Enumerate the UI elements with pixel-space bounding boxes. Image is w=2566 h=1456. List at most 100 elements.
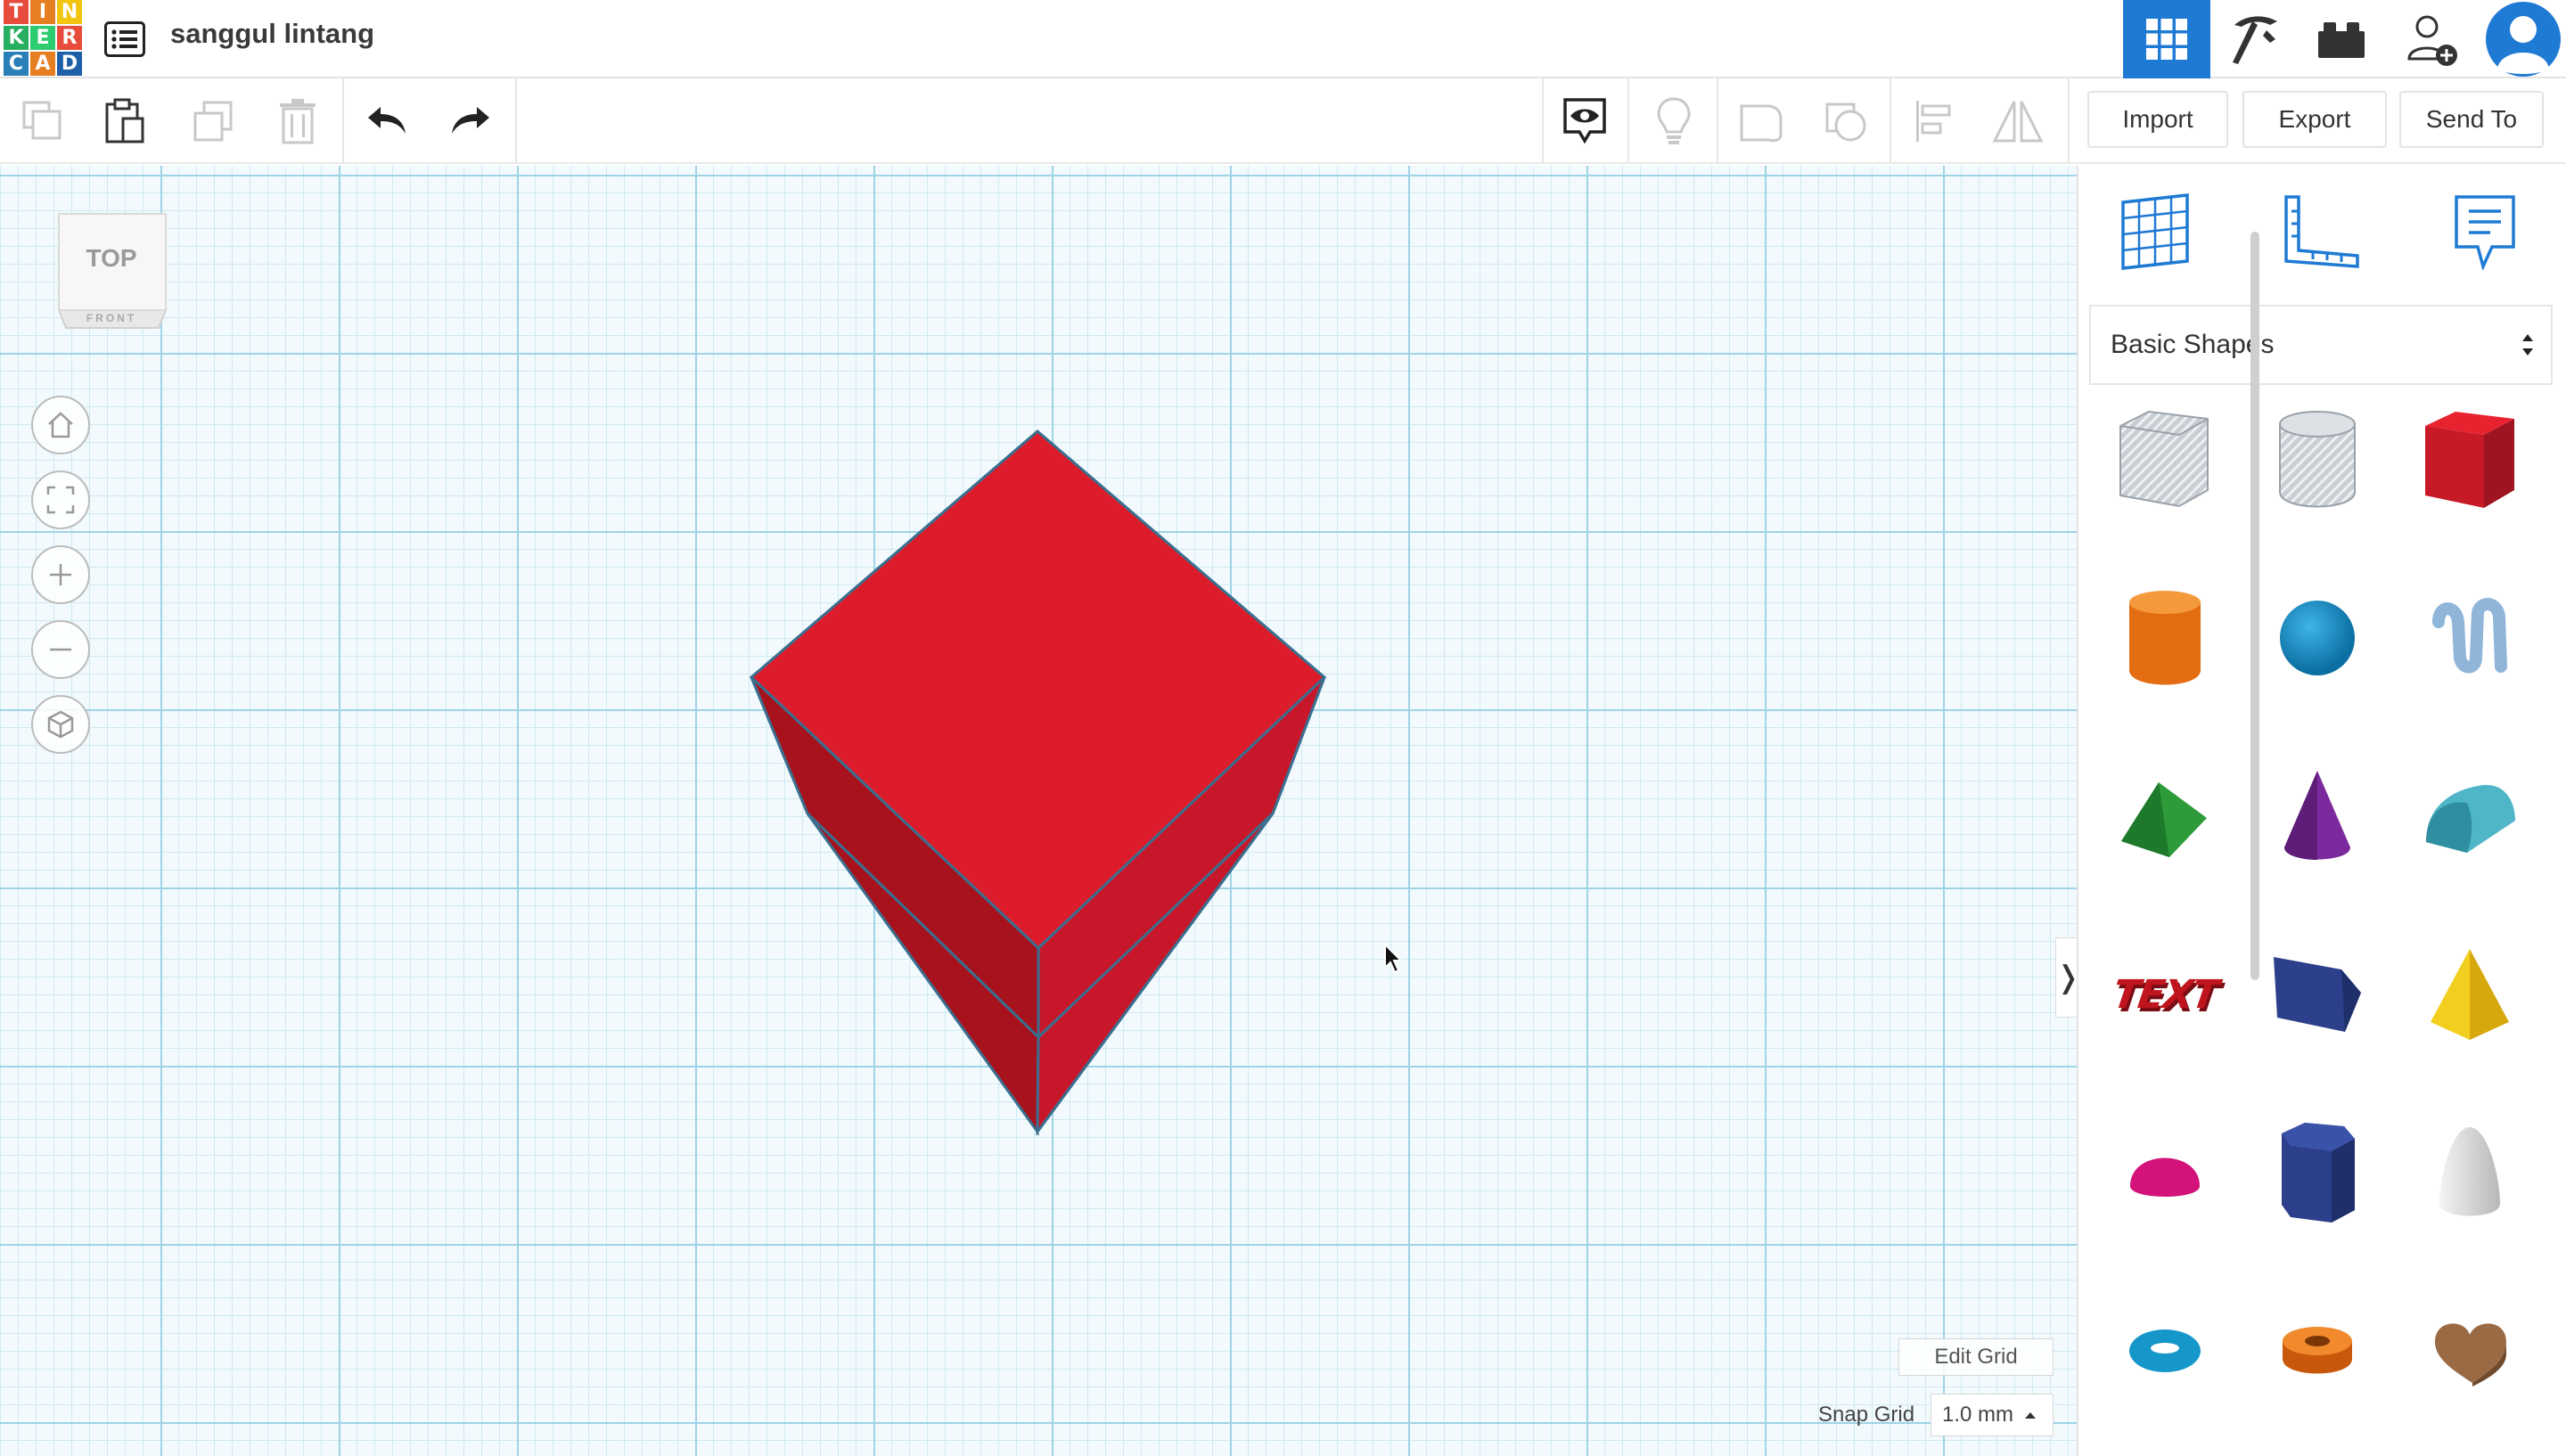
minus-icon <box>50 648 71 651</box>
logo-letter: D <box>57 52 82 76</box>
text-shape-label: TEXT <box>2110 971 2220 1018</box>
torus-shape[interactable] <box>2107 1288 2223 1413</box>
brick-icon <box>2318 22 2365 58</box>
ungroup-icon <box>1825 102 1866 142</box>
send-to-button[interactable]: Send To <box>2399 91 2544 148</box>
logo-letter: K <box>4 26 29 50</box>
undo-button[interactable] <box>358 93 415 150</box>
scribble-shape[interactable] <box>2412 576 2528 700</box>
view-cube[interactable]: TOP FRONT <box>53 210 169 335</box>
show-hint-button[interactable] <box>1645 93 1702 150</box>
invite-user-button[interactable] <box>2389 0 2476 78</box>
design-list-button[interactable] <box>100 14 150 64</box>
duplicate-button[interactable] <box>185 93 242 150</box>
logo-letter: E <box>30 26 55 50</box>
navy-wedge-icon <box>2274 957 2361 1032</box>
ruler-tool-button[interactable] <box>2276 187 2365 276</box>
panel-collapse-tab[interactable]: ❭ <box>2055 937 2077 1018</box>
home-icon <box>48 412 73 438</box>
notes-tool-button[interactable] <box>2440 187 2529 276</box>
fit-view-button[interactable] <box>31 470 90 529</box>
magenta-half-sphere-icon <box>2130 1157 2200 1197</box>
half-sphere-shape[interactable] <box>2107 1110 2223 1235</box>
text-shape[interactable]: TEXT <box>2107 932 2223 1057</box>
copy-button[interactable] <box>14 93 71 150</box>
paraboloid-shape[interactable] <box>2412 1110 2528 1235</box>
caret-up-icon <box>2025 1412 2037 1419</box>
cylinder-hole-shape[interactable] <box>2259 397 2375 522</box>
notes-visibility-button[interactable] <box>1556 93 1613 150</box>
workplane-tool-button[interactable] <box>2111 187 2200 276</box>
snap-grid-select[interactable]: 1.0 mm <box>1931 1394 2054 1436</box>
tinkercad-logo[interactable]: T I N K E R C A D <box>4 0 82 76</box>
brown-heart-icon <box>2435 1323 2506 1386</box>
lego-bricks-button[interactable] <box>2298 0 2385 78</box>
toolbar-separator <box>515 78 517 162</box>
paste-button[interactable] <box>96 93 153 150</box>
workplane-grid-icon <box>2121 193 2189 270</box>
redo-button[interactable] <box>442 93 499 150</box>
zoom-in-button[interactable] <box>31 545 90 604</box>
clipboard-icon <box>105 98 144 143</box>
import-button[interactable]: Import <box>2087 91 2228 148</box>
shape-category-select[interactable]: Basic Shapes <box>2089 305 2553 385</box>
toolbar-separator <box>1542 78 1544 162</box>
shape-category-label: Basic Shapes <box>2111 330 2275 359</box>
delete-button[interactable] <box>269 93 326 150</box>
roof-shape[interactable] <box>2107 754 2223 879</box>
toolbar: Import Export Send To <box>0 78 2566 164</box>
edit-grid-button[interactable]: Edit Grid <box>1898 1338 2054 1376</box>
mirror-button[interactable] <box>1989 93 2046 150</box>
heart-shape[interactable] <box>2412 1288 2528 1413</box>
toolbar-separator <box>1717 78 1718 162</box>
navy-hexagonal-prism-icon <box>2282 1123 2355 1223</box>
undo-icon <box>368 107 406 134</box>
codeblocks-button[interactable] <box>2210 0 2298 78</box>
avatar-icon <box>2486 2 2561 77</box>
logo-letter: C <box>4 52 29 76</box>
duplicate-icon <box>193 101 233 142</box>
red-box-icon <box>2425 412 2514 508</box>
cube-icon <box>47 710 74 739</box>
tube-shape[interactable] <box>2259 1288 2375 1413</box>
red-box-shape[interactable] <box>0 166 2077 1456</box>
toolbar-separator <box>1627 78 1629 162</box>
select-arrows-icon <box>2522 334 2533 356</box>
mirror-icon <box>1992 101 2044 143</box>
paraboloid-icon <box>2439 1127 2500 1216</box>
box-shape[interactable] <box>2412 397 2528 522</box>
lightbulb-icon <box>1657 97 1691 144</box>
align-button[interactable] <box>1906 93 1963 150</box>
copy-icon <box>22 101 61 140</box>
workplane[interactable]: TOP FRONT Edit Grid Snap Grid 1.0 mm <box>0 166 2077 1456</box>
list-icon <box>104 21 145 57</box>
user-profile-button[interactable] <box>2480 0 2566 78</box>
sphere-shape[interactable] <box>2259 576 2375 700</box>
group-button[interactable] <box>1733 93 1790 150</box>
eye-bubble-icon <box>1563 98 1606 144</box>
export-button[interactable]: Export <box>2242 91 2387 148</box>
zoom-out-button[interactable] <box>31 620 90 679</box>
3d-design-button[interactable] <box>2123 0 2210 78</box>
pyramid-shape[interactable] <box>2412 932 2528 1057</box>
box-hole-shape[interactable] <box>2107 397 2223 522</box>
wedge-shape[interactable] <box>2259 932 2375 1057</box>
shapes-panel: Basic Shapes TEXT <box>2077 166 2566 1456</box>
projection-toggle-button[interactable] <box>31 695 90 754</box>
chevron-right-icon: ❭ <box>2055 960 2077 995</box>
round-roof-shape[interactable] <box>2412 754 2528 879</box>
purple-cone-icon <box>2284 771 2350 860</box>
cone-shape[interactable] <box>2259 754 2375 879</box>
home-view-button[interactable] <box>31 396 90 454</box>
cylinder-shape[interactable] <box>2107 576 2223 700</box>
design-title[interactable]: sanggul lintang <box>170 18 374 50</box>
align-icon <box>1916 101 1951 142</box>
group-icon <box>1740 104 1783 143</box>
toolbar-separator <box>342 78 344 162</box>
polygon-shape[interactable] <box>2259 1110 2375 1235</box>
logo-letter: A <box>30 52 55 76</box>
teal-round-roof-icon <box>2426 784 2515 853</box>
ungroup-button[interactable] <box>1818 93 1875 150</box>
grid-icon <box>2146 19 2187 60</box>
shapes-panel-scrollbar[interactable] <box>2250 232 2259 980</box>
